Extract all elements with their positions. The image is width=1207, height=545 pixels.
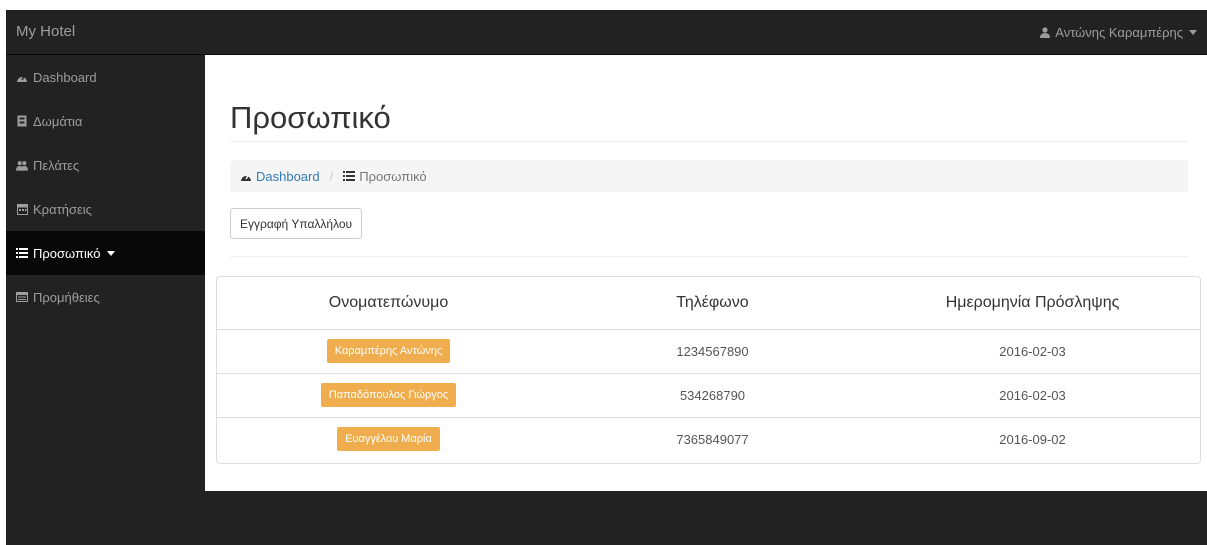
phone-cell: 534268790 — [560, 372, 865, 417]
sidebar-item-label: Δωμάτια — [33, 113, 83, 129]
name-cell: Παπαδόπουλος Γιώργος — [217, 372, 560, 417]
caret-down-icon — [1187, 27, 1199, 39]
sidebar-item-customers[interactable]: Πελάτες — [6, 143, 205, 187]
employee-name-button[interactable]: Καραμπέρης Αντώνης — [326, 339, 451, 363]
calendar-icon — [16, 203, 28, 215]
sidebar-item-dashboard[interactable]: Dashboard — [6, 55, 205, 99]
column-header-phone: Τηλέφωνο — [560, 277, 865, 330]
sidebar-item-staff[interactable]: Προσωπικό — [6, 231, 205, 275]
sidebar-item-label: Προμήθειες — [33, 289, 100, 305]
table-row: Ευαγγέλου Μαρία 7365849077 2016-09-02 — [217, 416, 1200, 461]
sidebar-item-bookings[interactable]: Κρατήσεις — [6, 187, 205, 231]
sidebar-item-rooms[interactable]: Δωμάτια — [6, 99, 205, 143]
sidebar-item-label: Κρατήσεις — [33, 201, 92, 217]
sidebar-item-supplies[interactable]: Προμήθειες — [6, 275, 205, 319]
table-header-row: Ονοματεπώνυμο Τηλέφωνο Ημερομηνία Πρόσλη… — [217, 277, 1200, 330]
sidebar-item-label: Dashboard — [33, 69, 97, 85]
sidebar-item-label: Πελάτες — [33, 157, 80, 173]
breadcrumb-dashboard-link[interactable]: Dashboard — [240, 169, 320, 184]
employee-name-button[interactable]: Παπαδόπουλος Γιώργος — [320, 383, 457, 407]
staff-table-panel: Ονοματεπώνυμο Τηλέφωνο Ημερομηνία Πρόσλη… — [216, 276, 1201, 464]
user-name: Αντώνης Καραμπέρης — [1055, 25, 1183, 40]
breadcrumb: Dashboard / Προσωπικό — [230, 160, 1188, 192]
sidebar: Dashboard Δωμάτια Πελάτες Κρατήσεις Προσ… — [6, 55, 205, 545]
breadcrumb-separator: / — [329, 168, 334, 184]
user-icon — [1039, 27, 1051, 39]
column-header-name: Ονοματεπώνυμο — [217, 277, 560, 330]
users-icon — [16, 159, 28, 171]
user-menu[interactable]: Αντώνης Καραμπέρης — [1039, 25, 1199, 40]
brand-link[interactable]: My Hotel — [16, 23, 75, 40]
phone-cell: 7365849077 — [560, 416, 865, 461]
table-row: Καραμπέρης Αντώνης 1234567890 2016-02-03 — [217, 329, 1200, 373]
top-navbar: My Hotel Αντώνης Καραμπέρης — [6, 10, 1207, 55]
column-header-hire-date: Ημερομηνία Πρόσληψης — [865, 277, 1200, 330]
register-employee-button[interactable]: Εγγραφή Υπαλλήλου — [230, 208, 363, 239]
room-icon — [16, 115, 28, 127]
name-cell: Ευαγγέλου Μαρία — [217, 416, 560, 461]
page-title: Προσωπικό — [230, 100, 391, 135]
supplies-icon — [16, 291, 28, 303]
dashboard-icon — [16, 71, 28, 83]
app-frame: My Hotel Αντώνης Καραμπέρης Dashboard Δω… — [6, 10, 1207, 545]
list-icon — [16, 247, 28, 259]
breadcrumb-home-label: Dashboard — [256, 168, 320, 184]
title-divider — [230, 141, 1187, 142]
staff-table: Ονοματεπώνυμο Τηλέφωνο Ημερομηνία Πρόσλη… — [217, 277, 1200, 461]
breadcrumb-current: Προσωπικό — [343, 168, 427, 184]
main-content: Προσωπικό Dashboard / Προσωπικό Εγγραφή … — [205, 55, 1207, 491]
hire-date-cell: 2016-02-03 — [865, 372, 1200, 417]
phone-cell: 1234567890 — [676, 343, 749, 359]
employee-name-button[interactable]: Ευαγγέλου Μαρία — [337, 427, 440, 452]
name-cell: Καραμπέρης Αντώνης — [217, 329, 560, 373]
sidebar-item-label: Προσωπικό — [33, 245, 101, 261]
list-icon — [343, 170, 356, 182]
dashboard-icon — [240, 170, 252, 182]
hire-date-cell: 2016-02-03 — [999, 343, 1066, 359]
table-row: Παπαδόπουλος Γιώργος 534268790 2016-02-0… — [217, 372, 1200, 417]
hire-date-cell: 2016-09-02 — [865, 416, 1200, 461]
section-divider — [230, 256, 1187, 257]
breadcrumb-current-label: Προσωπικό — [359, 168, 427, 184]
caret-down-icon — [105, 247, 117, 259]
